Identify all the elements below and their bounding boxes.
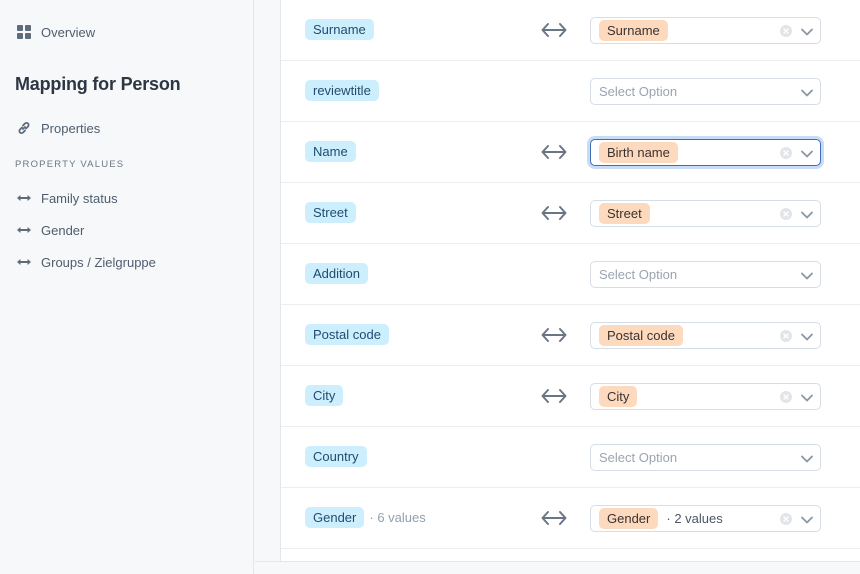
clear-icon[interactable] — [780, 513, 792, 525]
select-placeholder: Select Option — [599, 84, 678, 99]
source-field: Postal code — [305, 324, 389, 345]
mapping-row: Street Street — [281, 183, 860, 244]
section-label-property-values: PROPERTY VALUES — [15, 159, 125, 170]
source-field-chip: Name — [305, 141, 356, 162]
target-field-select[interactable]: City — [590, 383, 821, 410]
clear-icon[interactable] — [780, 391, 792, 403]
mapping-arrow-icon — [540, 19, 568, 41]
mapping-row: Gender · 6 values Gender · 2 values — [281, 488, 860, 549]
target-field-chip: Street — [599, 203, 650, 224]
source-values-count: · 6 values — [369, 510, 426, 525]
clear-icon[interactable] — [780, 330, 792, 342]
mapping-row: Country Select Option — [281, 427, 860, 488]
gutter — [255, 0, 280, 574]
grid-icon — [16, 24, 32, 40]
target-field-select[interactable]: Street — [590, 200, 821, 227]
source-field-chip: City — [305, 385, 344, 406]
select-placeholder: Select Option — [599, 450, 678, 465]
chevron-down-icon[interactable] — [800, 208, 814, 220]
clear-icon[interactable] — [780, 147, 792, 159]
chevron-down-icon[interactable] — [800, 391, 814, 403]
chevron-down-icon[interactable] — [800, 25, 814, 37]
source-field: Addition — [305, 263, 368, 284]
clear-icon[interactable] — [780, 208, 792, 220]
source-field: City — [305, 385, 344, 406]
source-field: Surname — [305, 19, 374, 40]
target-field-select[interactable]: Select Option — [590, 444, 821, 471]
chevron-down-icon[interactable] — [800, 86, 814, 98]
nav-value-label: Groups / Zielgruppe — [41, 254, 156, 270]
target-field-select[interactable]: Select Option — [590, 261, 821, 288]
target-field-chip: Birth name — [599, 142, 678, 163]
arrows-horizontal-icon — [16, 254, 32, 270]
source-field-chip: Gender — [305, 507, 365, 528]
bottom-bar — [255, 561, 860, 574]
source-field-chip: Street — [305, 202, 356, 223]
target-field-select[interactable]: Gender · 2 values — [590, 505, 821, 532]
mapping-row: reviewtitle Select Option — [281, 61, 860, 122]
target-field-select[interactable]: Surname — [590, 17, 821, 44]
mapping-row: Postal code Postal code — [281, 305, 860, 366]
chevron-down-icon[interactable] — [800, 452, 814, 464]
target-field-chip: Gender — [599, 508, 659, 529]
mapping-list: Surname Surname reviewtitle Select Option Na… — [280, 0, 860, 561]
mapping-arrow-icon — [540, 141, 568, 163]
source-field: reviewtitle — [305, 80, 379, 101]
mapping-row: Name Birth name — [281, 122, 860, 183]
nav-value-item[interactable]: Groups / Zielgruppe — [16, 254, 156, 270]
source-field-chip: reviewtitle — [305, 80, 379, 101]
target-field-select[interactable]: Select Option — [590, 78, 821, 105]
arrows-horizontal-icon — [16, 222, 32, 238]
select-placeholder: Select Option — [599, 267, 678, 282]
nav-overview-label: Overview — [41, 24, 96, 40]
nav-value-item[interactable]: Family status — [16, 190, 118, 206]
mapping-row: Surname Surname — [281, 0, 860, 61]
source-field-chip: Surname — [305, 19, 374, 40]
target-field-chip: Surname — [599, 20, 668, 41]
nav-overview[interactable]: Overview — [16, 24, 95, 40]
chevron-down-icon[interactable] — [800, 147, 814, 159]
sidebar: Overview Mapping for Person Properties P… — [0, 0, 254, 574]
chevron-down-icon[interactable] — [800, 513, 814, 525]
source-field: Gender · 6 values — [305, 507, 426, 528]
nav-value-label: Family status — [41, 190, 118, 206]
source-field-chip: Addition — [305, 263, 368, 284]
source-field: Name — [305, 141, 356, 162]
link-icon — [16, 120, 32, 136]
chevron-down-icon[interactable] — [800, 269, 814, 281]
mapping-arrow-icon — [540, 324, 568, 346]
target-field-chip: City — [599, 386, 638, 407]
mapping-row: Addition Select Option — [281, 244, 860, 305]
source-field-chip: Country — [305, 446, 367, 467]
source-field: Street — [305, 202, 356, 223]
chevron-down-icon[interactable] — [800, 330, 814, 342]
nav-value-item[interactable]: Gender — [16, 222, 84, 238]
target-values-count: · 2 values — [666, 511, 723, 526]
clear-icon[interactable] — [780, 25, 792, 37]
nav-value-label: Gender — [41, 222, 85, 238]
mapping-arrow-icon — [540, 202, 568, 224]
target-field-select[interactable]: Birth name — [590, 139, 821, 166]
source-field: Country — [305, 446, 367, 467]
page-title: Mapping for Person — [15, 74, 181, 94]
arrows-horizontal-icon — [16, 190, 32, 206]
nav-properties[interactable]: Properties — [16, 120, 100, 136]
mapping-row: City City — [281, 366, 860, 427]
nav-properties-label: Properties — [41, 120, 101, 136]
mapping-arrow-icon — [540, 507, 568, 529]
source-field-chip: Postal code — [305, 324, 389, 345]
target-field-select[interactable]: Postal code — [590, 322, 821, 349]
target-field-chip: Postal code — [599, 325, 683, 346]
mapping-arrow-icon — [540, 385, 568, 407]
